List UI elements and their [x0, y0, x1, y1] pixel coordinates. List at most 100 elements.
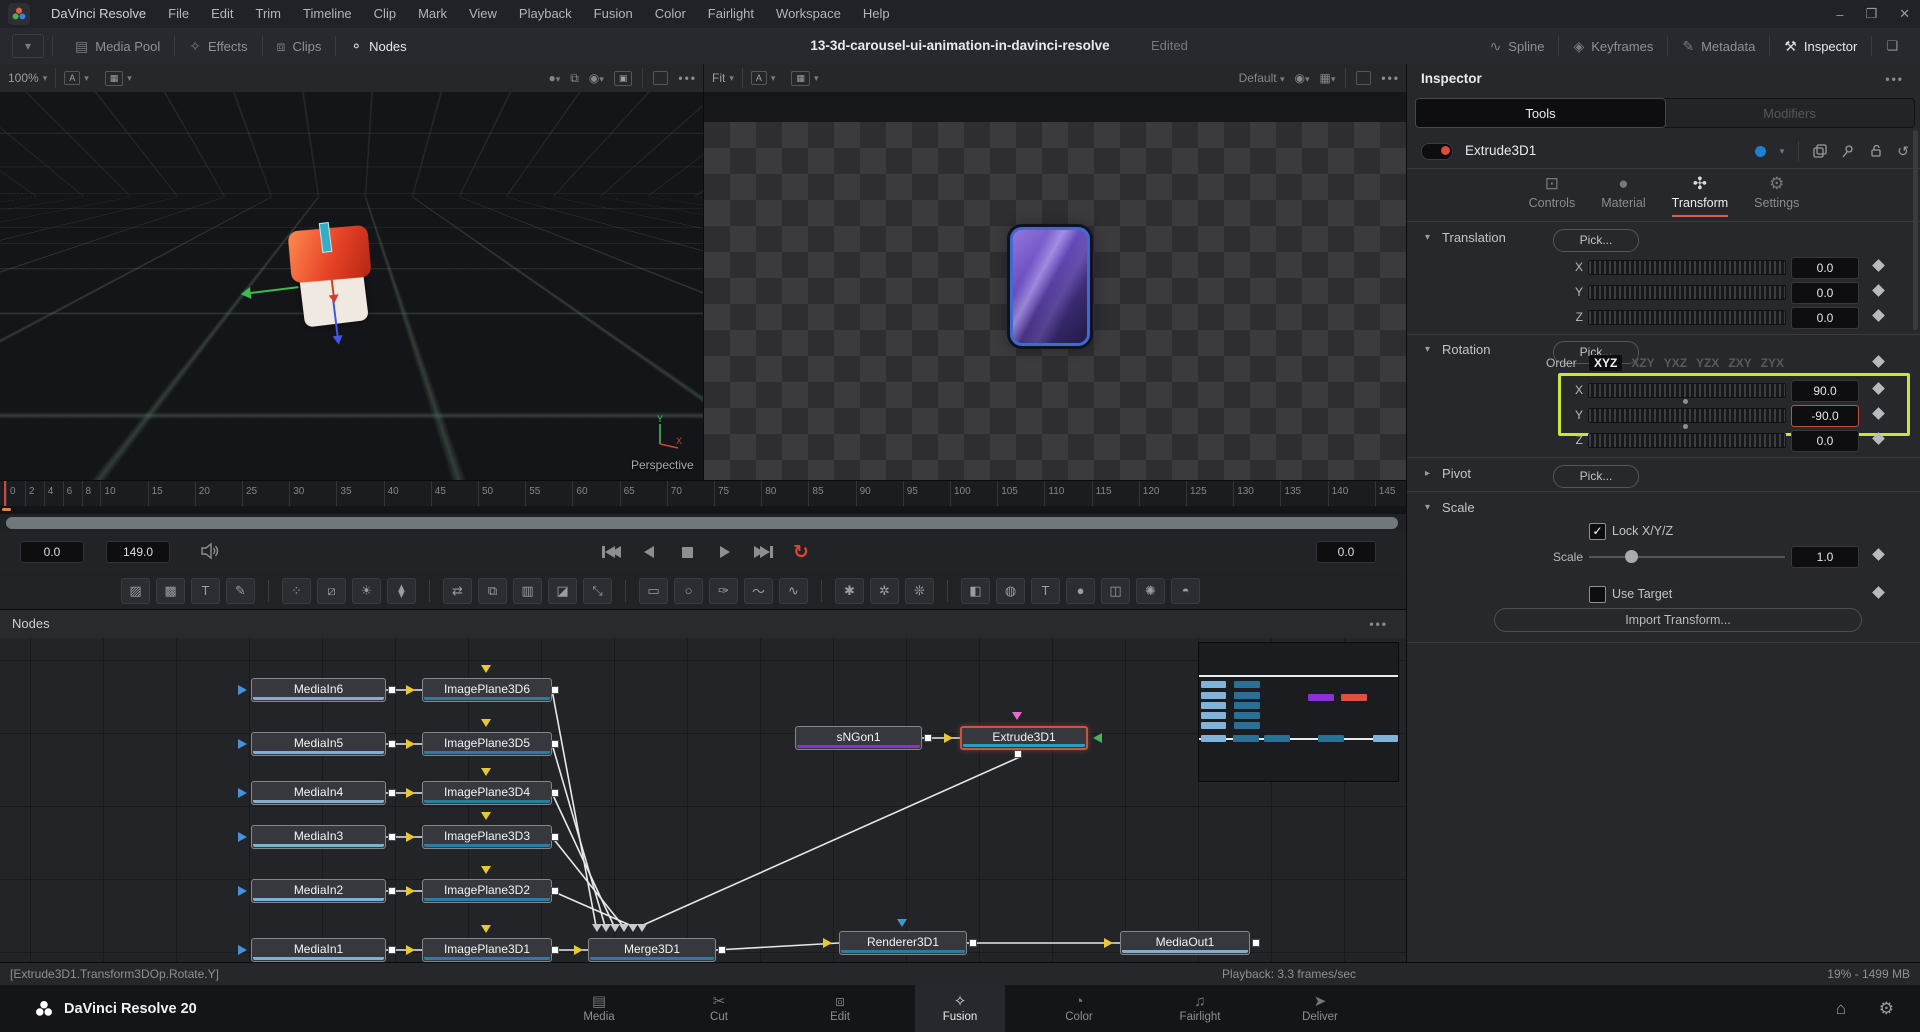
loop-button[interactable]: ↻	[790, 541, 812, 563]
menu-workspace[interactable]: Workspace	[765, 0, 852, 28]
node-color-dot[interactable]	[1755, 146, 1766, 157]
import-transform-button[interactable]: Import Transform...	[1494, 608, 1862, 632]
bspline-mask-icon[interactable]: 〜	[744, 578, 773, 604]
connector-arrow[interactable]	[406, 739, 415, 749]
tab-tools[interactable]: Tools	[1415, 98, 1666, 128]
polygon-mask-icon[interactable]: ✑	[709, 578, 738, 604]
brightness-contrast-icon[interactable]: ☀	[352, 578, 381, 604]
render-range-start-field[interactable]: 0.0	[20, 541, 84, 563]
pin-icon[interactable]	[1841, 144, 1855, 158]
light-3d-icon[interactable]: ✺	[1136, 578, 1165, 604]
node-imageplane3d4[interactable]: ImagePlane3D4	[422, 781, 552, 805]
connector-arrow[interactable]	[481, 768, 491, 776]
connector-square[interactable]	[388, 833, 396, 841]
category-tab-controls[interactable]: ⊡Controls	[1529, 174, 1576, 210]
spline-mask-icon[interactable]: ∿	[779, 578, 808, 604]
node-imageplane3d2[interactable]: ImagePlane3D2	[422, 879, 552, 903]
node-imageplane3d6[interactable]: ImagePlane3D6	[422, 678, 552, 702]
right-viewer-options-icon[interactable]: •••	[1381, 71, 1400, 85]
rotation-order-yxz[interactable]: YXZ	[1664, 356, 1687, 370]
playhead-marker[interactable]	[2, 508, 11, 511]
connector-arrow[interactable]	[406, 945, 415, 955]
paint-icon[interactable]: ✎	[226, 578, 255, 604]
connector-square[interactable]	[551, 740, 559, 748]
pivot-pick-button[interactable]: Pick...	[1553, 465, 1639, 488]
use-target-keyframe-icon[interactable]	[1872, 586, 1885, 599]
right-viewer-zoom-dropdown[interactable]: Fit▾	[704, 64, 742, 92]
translation-section-header[interactable]: ▾Translation	[1425, 230, 1506, 245]
mediaout-viewport[interactable]	[704, 92, 1406, 480]
stop-button[interactable]	[676, 541, 698, 563]
lut-dropdown[interactable]: Default ▾	[1239, 71, 1285, 85]
connector-arrow[interactable]	[406, 788, 415, 798]
settings-gear-icon[interactable]: ⚙	[1879, 985, 1894, 1032]
menu-davinci-resolve[interactable]: DaVinci Resolve	[40, 0, 157, 28]
connector-arrow[interactable]	[238, 739, 247, 749]
translation-z-keyframe-icon[interactable]	[1872, 309, 1885, 322]
fastnoise-icon[interactable]: ▩	[156, 578, 185, 604]
connector-square[interactable]	[924, 734, 932, 742]
menu-color[interactable]: Color	[644, 0, 697, 28]
audio-mute-icon[interactable]	[200, 542, 220, 560]
connector-arrow[interactable]	[823, 938, 832, 948]
node-imageplane3d1[interactable]: ImagePlane3D1	[422, 938, 552, 962]
merge-3d-icon[interactable]: ●	[1066, 578, 1095, 604]
right-viewer-channel-a-dropdown[interactable]: A▾	[743, 64, 784, 92]
use-target-checkbox[interactable]	[1589, 586, 1606, 603]
connector-arrow[interactable]	[897, 919, 907, 927]
menu-file[interactable]: File	[157, 0, 200, 28]
panel-layout-icon[interactable]: ❏	[1872, 28, 1912, 64]
menu-fusion[interactable]: Fusion	[583, 0, 644, 28]
page-button-color[interactable]: ◔Color	[1034, 985, 1124, 1032]
color-gain-icon[interactable]: ⧫	[387, 578, 416, 604]
roi-icon[interactable]: ▣	[614, 71, 633, 86]
rectangle-mask-icon[interactable]: ▭	[639, 578, 668, 604]
connector-arrow[interactable]	[1093, 733, 1102, 743]
translation-y-keyframe-icon[interactable]	[1872, 284, 1885, 297]
image-plane-3d-icon[interactable]: ◧	[961, 578, 990, 604]
text-plus-icon[interactable]: T	[191, 578, 220, 604]
merge3d-viewport[interactable]: Y X Perspective	[0, 92, 704, 480]
scale-slider[interactable]	[1589, 556, 1785, 558]
node-mediain3[interactable]: MediaIn3	[251, 825, 386, 849]
connector-square[interactable]	[1014, 750, 1022, 758]
renderer-3d-icon[interactable]: ◓	[1171, 578, 1200, 604]
rotation-z-value[interactable]: 0.0	[1791, 430, 1859, 452]
connector-arrow[interactable]	[238, 788, 247, 798]
menu-trim[interactable]: Trim	[245, 0, 293, 28]
node-mediain2[interactable]: MediaIn2	[251, 879, 386, 903]
connector-arrow[interactable]	[238, 685, 247, 695]
node-graph[interactable]: MediaIn6ImagePlane3D6MediaIn5ImagePlane3…	[0, 638, 1406, 962]
timeline-scrollbar[interactable]	[6, 517, 1398, 529]
toolbar-button-inspector[interactable]: ⚒Inspector	[1770, 28, 1871, 64]
close-icon[interactable]: ✕	[1899, 6, 1910, 22]
connector-arrow[interactable]	[238, 945, 247, 955]
menu-playback[interactable]: Playback	[508, 0, 583, 28]
node-merge3d1[interactable]: Merge3D1	[588, 938, 716, 962]
toolbar-button-keyframes[interactable]: ◈Keyframes	[1559, 28, 1667, 64]
category-tab-material[interactable]: ●Material	[1601, 174, 1645, 210]
connector-arrow[interactable]	[481, 812, 491, 820]
lock-xyz-checkbox[interactable]: ✓	[1589, 523, 1606, 540]
translation-y-value[interactable]: 0.0	[1791, 282, 1859, 304]
color-controls-icon[interactable]: ●▾	[548, 71, 560, 85]
scale-slider-handle[interactable]	[1625, 550, 1638, 563]
current-frame-field[interactable]: 0.0	[1316, 541, 1376, 563]
connector-arrow[interactable]	[406, 832, 415, 842]
node-imageplane3d3[interactable]: ImagePlane3D3	[422, 825, 552, 849]
connector-arrow[interactable]	[406, 886, 415, 896]
connector-square[interactable]	[388, 946, 396, 954]
left-viewer-zoom-dropdown[interactable]: 100%▾	[0, 64, 55, 92]
connector-arrow[interactable]	[238, 886, 247, 896]
connector-arrow[interactable]	[637, 924, 647, 932]
rotation-x-slider[interactable]	[1588, 383, 1786, 398]
connector-square[interactable]	[551, 789, 559, 797]
left-viewer-buffer-dropdown[interactable]: ▦▾	[97, 64, 140, 92]
merge-icon[interactable]: ⧉	[478, 578, 507, 604]
node-sngon1[interactable]: sNGon1	[795, 726, 922, 750]
camera-3d-icon[interactable]: ◫	[1101, 578, 1130, 604]
connector-arrow[interactable]	[574, 945, 583, 955]
connector-arrow[interactable]	[1104, 938, 1113, 948]
color-wheel-icon[interactable]: ◉▾	[1294, 71, 1309, 85]
transform-icon[interactable]: ⇄	[443, 578, 472, 604]
